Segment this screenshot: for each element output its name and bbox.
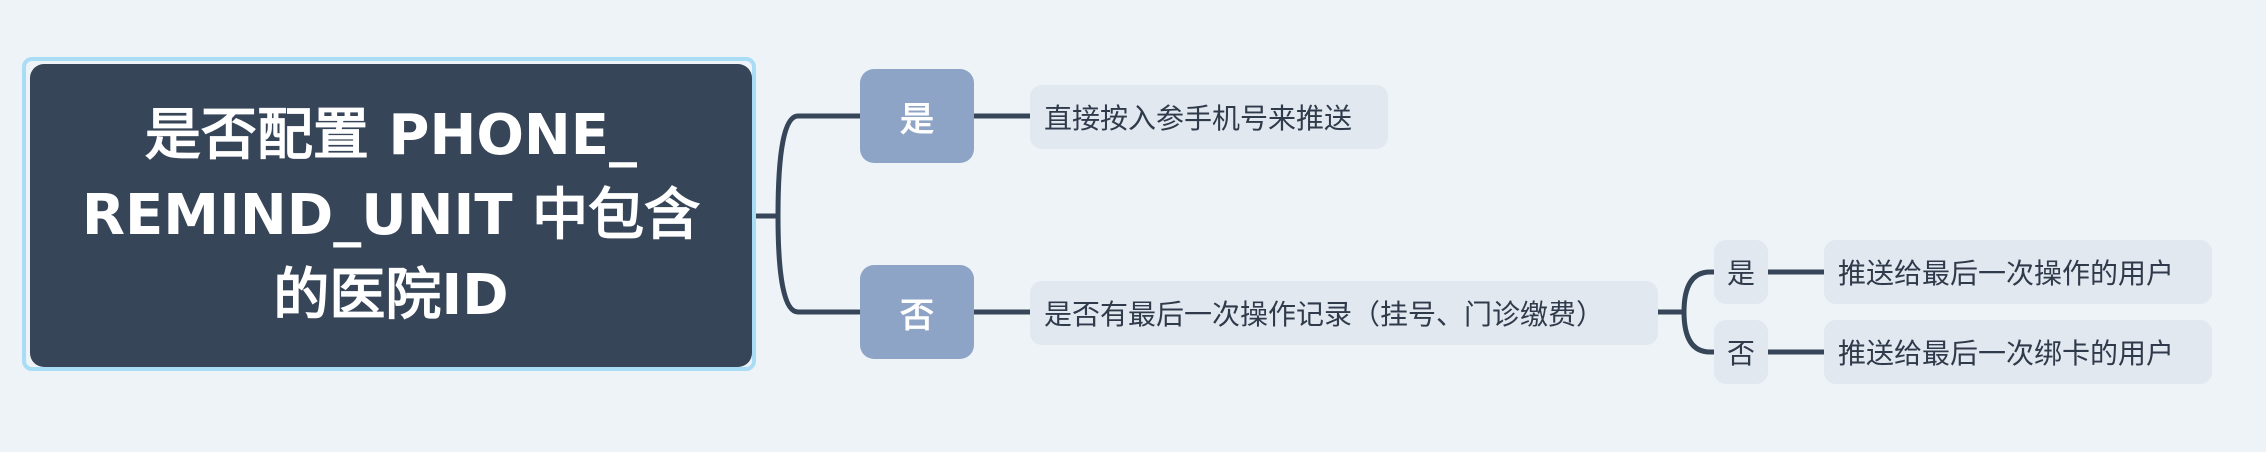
branch-node-yes-label: 是 — [900, 99, 934, 140]
mind-map-canvas: 是否配置 PHONE_ REMIND_UNIT 中包含 的医院ID 是 否 直接… — [0, 0, 2266, 452]
connector-leaf-to-sub-no — [1655, 309, 1717, 355]
branch-node-no[interactable]: 否 — [860, 265, 974, 359]
branch-node-yes[interactable]: 是 — [860, 69, 974, 163]
sub-branch-node-no[interactable]: 否 — [1714, 320, 1768, 384]
leaf-node-direct-push[interactable]: 直接按入参手机号来推送 — [1030, 85, 1388, 149]
leaf-node-push-last-operator-label: 推送给最后一次操作的用户 — [1838, 257, 2175, 290]
leaf-node-push-last-operator[interactable]: 推送给最后一次操作的用户 — [1824, 240, 2212, 304]
leaf-node-push-last-card-binder-label: 推送给最后一次绑卡的用户 — [1838, 337, 2175, 370]
connector-leaf-to-sub-yes — [1655, 269, 1717, 315]
connector-root-to-no — [749, 213, 863, 315]
leaf-node-push-last-card-binder[interactable]: 推送给最后一次绑卡的用户 — [1824, 320, 2212, 384]
leaf-node-direct-push-label: 直接按入参手机号来推送 — [1044, 102, 1353, 135]
leaf-node-last-operation-check-label: 是否有最后一次操作记录（挂号、门诊缴费） — [1044, 298, 1605, 331]
sub-branch-node-yes[interactable]: 是 — [1714, 240, 1768, 304]
branch-node-no-label: 否 — [900, 295, 934, 336]
connector-root-to-yes — [749, 113, 863, 219]
leaf-node-last-operation-check[interactable]: 是否有最后一次操作记录（挂号、门诊缴费） — [1030, 281, 1658, 345]
root-node-title: 是否配置 PHONE_ REMIND_UNIT 中包含 的医院ID — [81, 102, 701, 328]
sub-branch-node-no-label: 否 — [1726, 337, 1755, 370]
sub-branch-node-yes-label: 是 — [1726, 257, 1755, 290]
root-node[interactable]: 是否配置 PHONE_ REMIND_UNIT 中包含 的医院ID — [30, 64, 752, 367]
